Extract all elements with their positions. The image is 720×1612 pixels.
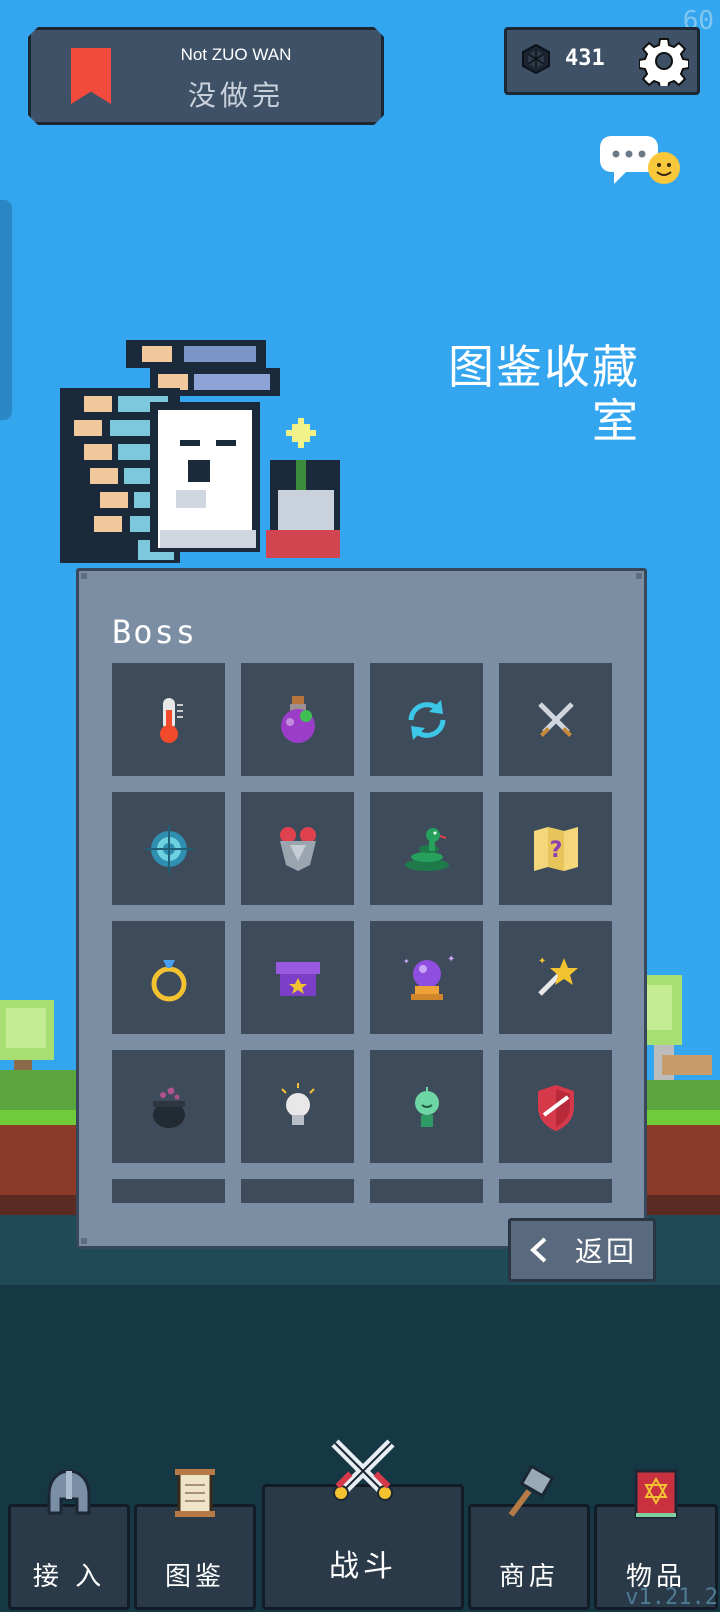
bookmark-icon — [71, 48, 111, 104]
snake-icon — [404, 827, 449, 871]
gem-icon — [522, 44, 550, 74]
lightbulb-icon — [280, 1082, 315, 1125]
grid-cell-thermometer[interactable] — [112, 663, 225, 776]
svg-text:✦: ✦ — [403, 957, 410, 966]
panel-corner — [636, 573, 642, 579]
svg-text:?: ? — [549, 838, 562, 863]
room-title-line2: 室 — [592, 394, 640, 448]
heart-armor-icon — [279, 826, 316, 871]
grid-cell-crystal-ball[interactable]: ✦ ✦ — [370, 921, 483, 1034]
nav-item-battle[interactable]: 战斗 — [262, 1439, 464, 1610]
settings-button[interactable] — [637, 34, 691, 88]
hero-character — [60, 340, 340, 563]
nav-label-shop: 商店 — [498, 1562, 559, 1592]
tree-left — [0, 1000, 78, 1110]
grid-cell-cycle[interactable] — [370, 663, 483, 776]
thermometer-icon — [159, 697, 183, 743]
spirit-icon — [414, 1086, 439, 1127]
room-title: 图鉴收藏 室 — [430, 340, 640, 448]
nav-label-join: 接 入 — [32, 1562, 106, 1592]
spellbook-icon — [634, 1469, 678, 1519]
potion-icon — [280, 695, 315, 743]
grid-cell-partial[interactable] — [370, 1179, 483, 1203]
ring-icon — [151, 959, 186, 1001]
collection-panel: Boss ? ✦ ✦ ✦ — [76, 568, 647, 1249]
nav-item-join[interactable]: 接 入 — [8, 1469, 130, 1610]
grid-cell-potion[interactable] — [241, 663, 354, 776]
panel-corner — [81, 1238, 87, 1244]
grid-cell-partial[interactable] — [499, 1179, 612, 1203]
refresh-cycle-icon — [408, 699, 445, 740]
chat-bubble-icon — [600, 136, 680, 184]
grid-cell-snake[interactable] — [370, 792, 483, 905]
grid-cell-chest[interactable] — [241, 921, 354, 1034]
helmet-icon — [47, 1469, 91, 1515]
chat-button[interactable] — [598, 134, 682, 194]
shield-icon — [537, 1084, 574, 1131]
grid-cell-cauldron[interactable] — [112, 1050, 225, 1163]
panel-corner — [81, 573, 87, 579]
mystery-map-icon: ? — [533, 826, 578, 871]
crossed-swords-icon — [331, 1439, 395, 1501]
player-header[interactable]: Not ZUO WAN 没做完 — [28, 27, 384, 125]
player-status: 没做完 — [187, 79, 284, 112]
grid-cell-target[interactable] — [112, 792, 225, 905]
scroll-icon — [175, 1469, 215, 1517]
nav-label-battle: 战斗 — [329, 1549, 397, 1584]
grid-cell-ring[interactable] — [112, 921, 225, 1034]
back-button-label: 返回 — [575, 1235, 638, 1268]
nav-item-shop[interactable]: 商店 — [468, 1465, 590, 1610]
side-drawer-tab[interactable] — [0, 200, 12, 420]
crystal-ball-icon: ✦ ✦ — [403, 954, 455, 1000]
item-grid: ? ✦ ✦ ✦ — [112, 663, 612, 1203]
player-name: Not ZUO WAN — [180, 45, 292, 64]
target-icon — [144, 824, 193, 873]
treasure-chest-icon — [275, 961, 320, 996]
magic-wand-icon: ✦ — [538, 956, 578, 996]
grid-cell-wand[interactable]: ✦ — [499, 921, 612, 1034]
back-button[interactable]: 返回 — [508, 1218, 656, 1282]
nav-item-codex[interactable]: 图鉴 — [134, 1469, 256, 1610]
cauldron-icon — [152, 1087, 185, 1128]
tree-right — [642, 975, 720, 1110]
gem-count: 431 — [565, 46, 605, 71]
panel-title: Boss — [112, 613, 198, 651]
grid-cell-partial[interactable] — [241, 1179, 354, 1203]
bottom-nav: 接 入 图鉴 战斗 商店 物品 — [0, 1439, 720, 1612]
gear-icon — [639, 38, 689, 86]
grid-cell-swords[interactable] — [499, 663, 612, 776]
grid-cell-heart-armor[interactable] — [241, 792, 354, 905]
room-title-line1: 图鉴收藏 — [448, 340, 640, 394]
grid-cell-spirit[interactable] — [370, 1050, 483, 1163]
chevron-left-icon — [530, 1237, 547, 1263]
version-label: v1.21.2 — [625, 1585, 718, 1610]
hammer-icon — [508, 1465, 555, 1517]
crossed-swords-icon — [537, 701, 574, 737]
grid-cell-mystery-map[interactable]: ? — [499, 792, 612, 905]
nav-label-codex: 图鉴 — [164, 1562, 225, 1592]
svg-text:✦: ✦ — [538, 956, 546, 967]
grid-cell-lightbulb[interactable] — [241, 1050, 354, 1163]
grid-cell-partial[interactable] — [112, 1179, 225, 1203]
currency-panel: 431 — [504, 27, 700, 95]
svg-text:✦: ✦ — [447, 954, 455, 965]
grid-cell-shield[interactable] — [499, 1050, 612, 1163]
